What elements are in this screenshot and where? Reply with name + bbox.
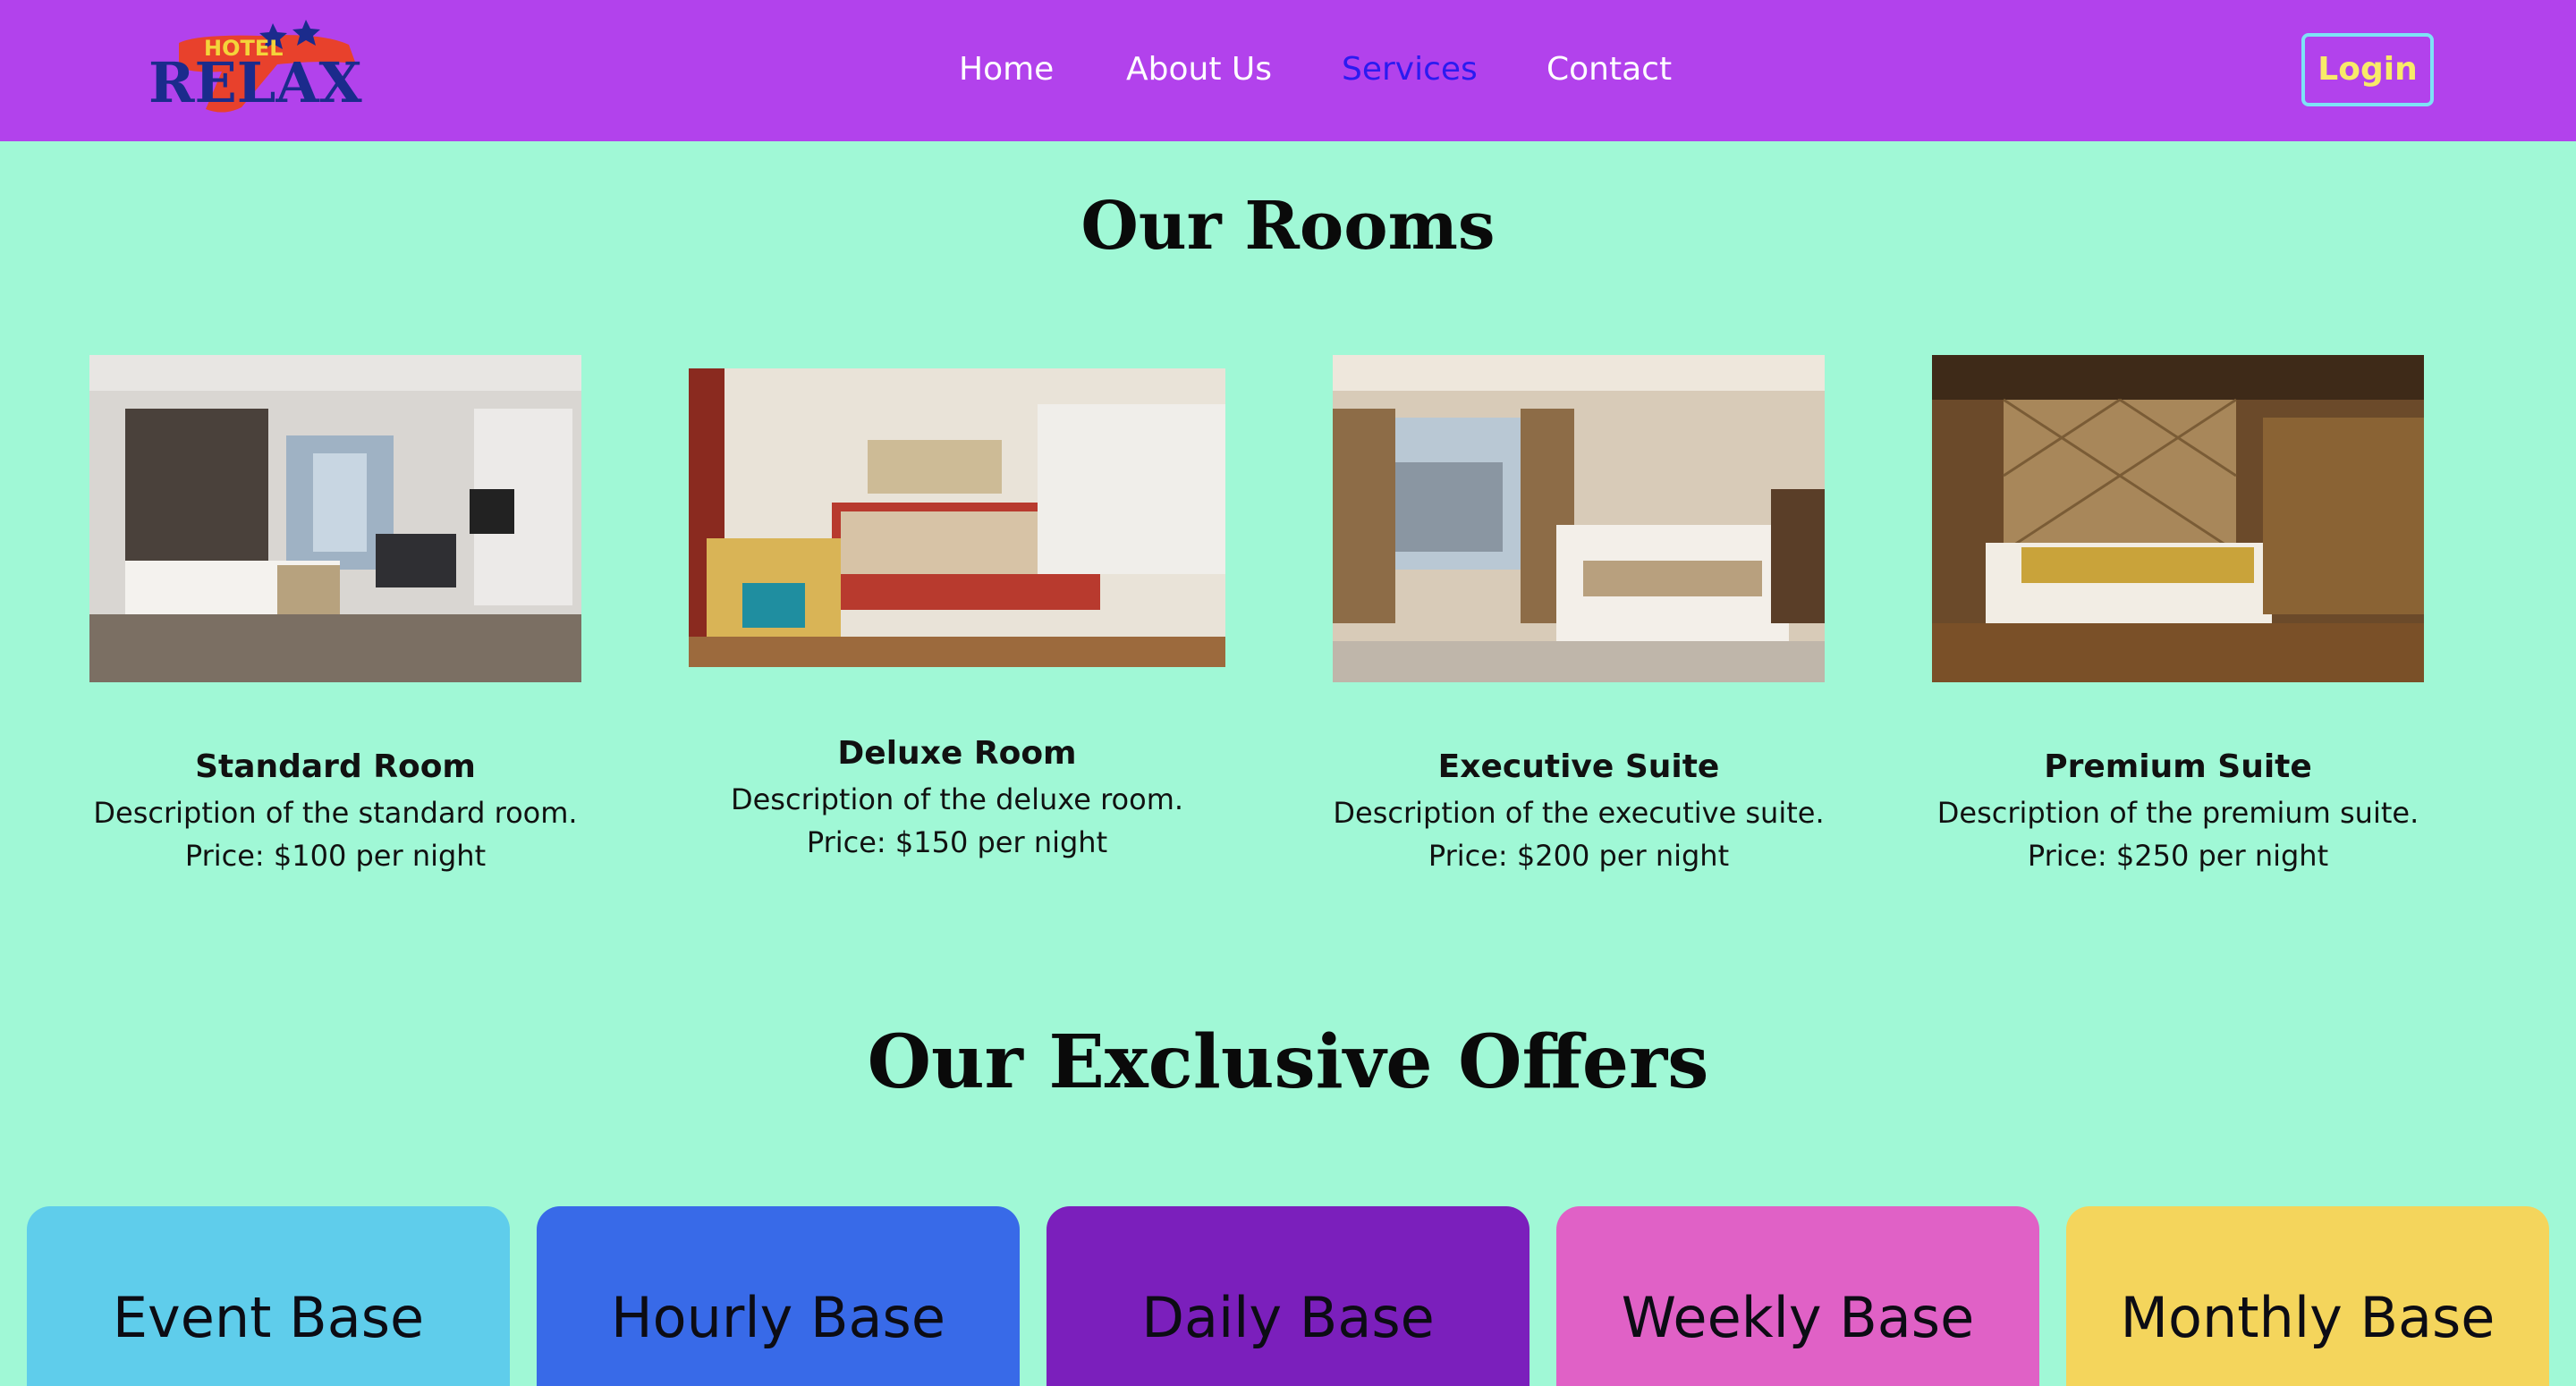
nav-contact[interactable]: Contact <box>1546 46 1672 93</box>
nav-about-us[interactable]: About Us <box>1126 46 1272 93</box>
room-price: Price: $150 per night <box>806 825 1108 859</box>
room-price: Price: $250 per night <box>2027 839 2329 873</box>
executive-suite-photo <box>1333 355 1825 682</box>
offer-label: Event Base <box>112 1285 425 1350</box>
room-name: Premium Suite <box>2044 748 2312 785</box>
offer-card-event[interactable]: Event Base <box>27 1206 510 1386</box>
deluxe-room-photo <box>689 368 1225 667</box>
offer-card-weekly[interactable]: Weekly Base <box>1556 1206 2039 1386</box>
room-price: Price: $100 per night <box>184 839 487 873</box>
nav-home[interactable]: Home <box>959 46 1054 93</box>
offer-label: Monthly Base <box>2120 1285 2496 1350</box>
offers-section-title: Our Exclusive Offers <box>867 1019 1709 1105</box>
rooms-section-title: Our Rooms <box>1080 188 1496 265</box>
room-card-standard[interactable]: Standard Room Description of the standar… <box>67 355 604 892</box>
premium-suite-photo <box>1932 355 2424 682</box>
room-description: Description of the deluxe room. <box>730 782 1184 816</box>
room-description: Description of the standard room. <box>93 796 578 830</box>
room-card-deluxe[interactable]: Deluxe Room Description of the deluxe ro… <box>689 355 1225 892</box>
nav-services[interactable]: Services <box>1342 46 1478 93</box>
nav-links: Home About Us Services Contact <box>0 46 2576 100</box>
room-name: Standard Room <box>195 748 476 785</box>
room-name: Deluxe Room <box>837 735 1077 772</box>
room-card-executive[interactable]: Executive Suite Description of the execu… <box>1310 355 1847 892</box>
offer-label: Weekly Base <box>1621 1285 1975 1350</box>
offer-label: Hourly Base <box>611 1285 945 1350</box>
login-button[interactable]: Login <box>2301 33 2434 106</box>
offer-label: Daily Base <box>1141 1285 1435 1350</box>
navbar: HOTEL RELAX Home About Us Services Conta… <box>0 0 2576 141</box>
room-description: Description of the premium suite. <box>1936 796 2419 830</box>
offer-card-hourly[interactable]: Hourly Base <box>537 1206 1020 1386</box>
standard-room-photo <box>89 355 581 682</box>
offer-card-monthly[interactable]: Monthly Base <box>2066 1206 2549 1386</box>
room-card-premium[interactable]: Premium Suite Description of the premium… <box>1910 355 2446 892</box>
offer-card-daily[interactable]: Daily Base <box>1046 1206 1530 1386</box>
room-name: Executive Suite <box>1437 748 1720 785</box>
room-price: Price: $200 per night <box>1428 839 1730 873</box>
room-description: Description of the executive suite. <box>1333 796 1825 830</box>
